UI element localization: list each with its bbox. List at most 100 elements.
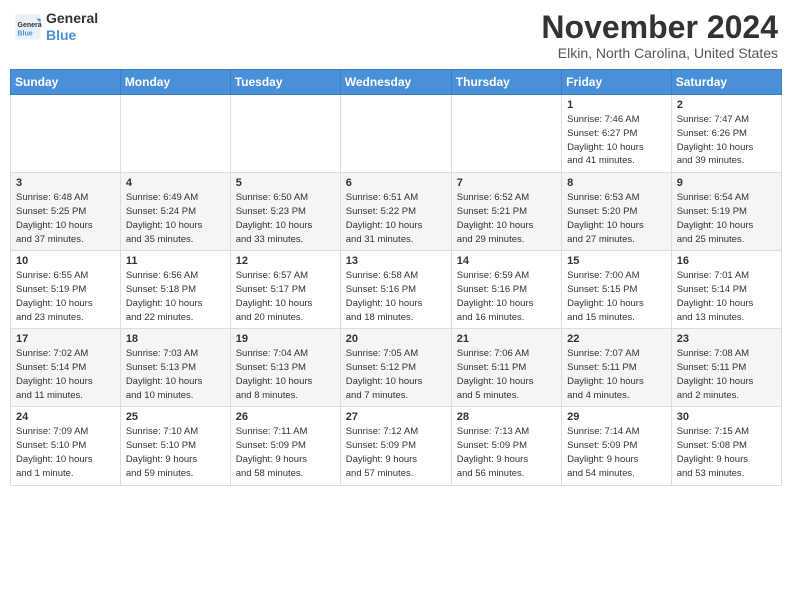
calendar-cell: 26Sunrise: 7:11 AM Sunset: 5:09 PM Dayli… [230, 407, 340, 485]
day-info: Sunrise: 6:55 AM Sunset: 5:19 PM Dayligh… [16, 269, 115, 324]
day-number: 29 [567, 411, 666, 423]
day-info: Sunrise: 7:10 AM Sunset: 5:10 PM Dayligh… [126, 425, 225, 480]
day-info: Sunrise: 7:13 AM Sunset: 5:09 PM Dayligh… [457, 425, 556, 480]
day-number: 20 [346, 333, 446, 345]
weekday-header-saturday: Saturday [671, 70, 781, 95]
calendar-cell: 23 Sunrise: 7:08 AM Sunset: 5:11 PM Dayli… [671, 329, 781, 407]
day-info: Sunrise: 6:57 AM Sunset: 5:17 PM Dayligh… [236, 269, 335, 324]
calendar-cell: 22Sunrise: 7:07 AM Sunset: 5:11 PM Dayli… [562, 329, 672, 407]
day-info: Sunrise: 7:00 AM Sunset: 5:15 PM Dayligh… [567, 269, 666, 324]
calendar-cell: 21Sunrise: 7:06 AM Sunset: 5:11 PM Dayli… [451, 329, 561, 407]
day-number: 27 [346, 411, 446, 423]
calendar-week-row: 1Sunrise: 7:46 AM Sunset: 6:27 PM Daylig… [11, 95, 782, 173]
day-number: 23 [677, 333, 776, 345]
calendar-cell [11, 95, 121, 173]
logo-text: General Blue [46, 10, 98, 44]
day-number: 7 [457, 177, 556, 189]
day-number: 12 [236, 255, 335, 267]
logo: General Blue General Blue [14, 10, 98, 44]
calendar-week-row: 17 Sunrise: 7:02 AM Sunset: 5:14 PM Dayli… [11, 329, 782, 407]
calendar-week-row: 3 Sunrise: 6:48 AM Sunset: 5:25 PM Daylig… [11, 173, 782, 251]
calendar-cell: 14 Sunrise: 6:59 AM Sunset: 5:16 PM Dayli… [451, 251, 561, 329]
calendar-cell: 11 Sunrise: 6:56 AM Sunset: 5:18 PM Dayli… [120, 251, 230, 329]
calendar-cell [120, 95, 230, 173]
day-info: Sunrise: 7:01 AM Sunset: 5:14 PM Dayligh… [677, 269, 776, 324]
day-number: 2 [677, 99, 776, 111]
calendar-cell: 4 Sunrise: 6:49 AM Sunset: 5:24 PM Daylig… [120, 173, 230, 251]
calendar-cell: 13Sunrise: 6:58 AM Sunset: 5:16 PM Dayli… [340, 251, 451, 329]
day-number: 8 [567, 177, 666, 189]
calendar-cell [451, 95, 561, 173]
day-number: 17 [16, 333, 115, 345]
title-block: November 2024 Elkin, North Carolina, Uni… [541, 10, 778, 61]
calendar-cell: 15Sunrise: 7:00 AM Sunset: 5:15 PM Dayli… [562, 251, 672, 329]
day-number: 30 [677, 411, 776, 423]
day-info: Sunrise: 6:49 AM Sunset: 5:24 PM Dayligh… [126, 191, 225, 246]
day-info: Sunrise: 6:56 AM Sunset: 5:18 PM Dayligh… [126, 269, 225, 324]
weekday-header-sunday: Sunday [11, 70, 121, 95]
calendar-week-row: 10 Sunrise: 6:55 AM Sunset: 5:19 PM Dayli… [11, 251, 782, 329]
day-number: 25 [126, 411, 225, 423]
weekday-header-thursday: Thursday [451, 70, 561, 95]
day-info: Sunrise: 6:48 AM Sunset: 5:25 PM Dayligh… [16, 191, 115, 246]
day-number: 16 [677, 255, 776, 267]
day-number: 14 [457, 255, 556, 267]
svg-text:Blue: Blue [18, 30, 33, 37]
calendar-table: SundayMondayTuesdayWednesdayThursdayFrid… [10, 69, 782, 485]
day-info: Sunrise: 7:14 AM Sunset: 5:09 PM Dayligh… [567, 425, 666, 480]
calendar-cell: 2 Sunrise: 7:47 AM Sunset: 6:26 PM Daylig… [671, 95, 781, 173]
day-info: Sunrise: 6:51 AM Sunset: 5:22 PM Dayligh… [346, 191, 446, 246]
day-info: Sunrise: 7:11 AM Sunset: 5:09 PM Dayligh… [236, 425, 335, 480]
day-number: 24 [16, 411, 115, 423]
day-info: Sunrise: 6:53 AM Sunset: 5:20 PM Dayligh… [567, 191, 666, 246]
day-number: 10 [16, 255, 115, 267]
day-number: 18 [126, 333, 225, 345]
calendar-cell: 17 Sunrise: 7:02 AM Sunset: 5:14 PM Dayli… [11, 329, 121, 407]
calendar-cell: 30 Sunrise: 7:15 AM Sunset: 5:08 PM Dayli… [671, 407, 781, 485]
day-info: Sunrise: 7:03 AM Sunset: 5:13 PM Dayligh… [126, 347, 225, 402]
day-info: Sunrise: 7:04 AM Sunset: 5:13 PM Dayligh… [236, 347, 335, 402]
calendar-cell: 9 Sunrise: 6:54 AM Sunset: 5:19 PM Daylig… [671, 173, 781, 251]
calendar-header-row: SundayMondayTuesdayWednesdayThursdayFrid… [11, 70, 782, 95]
calendar-cell [340, 95, 451, 173]
calendar-cell: 5 Sunrise: 6:50 AM Sunset: 5:23 PM Daylig… [230, 173, 340, 251]
weekday-header-wednesday: Wednesday [340, 70, 451, 95]
day-number: 3 [16, 177, 115, 189]
calendar-cell [230, 95, 340, 173]
month-year-title: November 2024 [541, 10, 778, 45]
calendar-cell: 16 Sunrise: 7:01 AM Sunset: 5:14 PM Dayli… [671, 251, 781, 329]
day-info: Sunrise: 7:08 AM Sunset: 5:11 PM Dayligh… [677, 347, 776, 402]
day-info: Sunrise: 7:09 AM Sunset: 5:10 PM Dayligh… [16, 425, 115, 480]
day-number: 5 [236, 177, 335, 189]
day-info: Sunrise: 7:15 AM Sunset: 5:08 PM Dayligh… [677, 425, 776, 480]
calendar-cell: 29 Sunrise: 7:14 AM Sunset: 5:09 PM Dayli… [562, 407, 672, 485]
day-info: Sunrise: 7:12 AM Sunset: 5:09 PM Dayligh… [346, 425, 446, 480]
day-info: Sunrise: 6:54 AM Sunset: 5:19 PM Dayligh… [677, 191, 776, 246]
day-info: Sunrise: 7:46 AM Sunset: 6:27 PM Dayligh… [567, 113, 666, 168]
weekday-header-friday: Friday [562, 70, 672, 95]
day-info: Sunrise: 7:06 AM Sunset: 5:11 PM Dayligh… [457, 347, 556, 402]
calendar-cell: 28 Sunrise: 7:13 AM Sunset: 5:09 PM Dayli… [451, 407, 561, 485]
day-info: Sunrise: 7:47 AM Sunset: 6:26 PM Dayligh… [677, 113, 776, 168]
day-info: Sunrise: 6:59 AM Sunset: 5:16 PM Dayligh… [457, 269, 556, 324]
day-info: Sunrise: 7:02 AM Sunset: 5:14 PM Dayligh… [16, 347, 115, 402]
day-number: 11 [126, 255, 225, 267]
day-info: Sunrise: 6:50 AM Sunset: 5:23 PM Dayligh… [236, 191, 335, 246]
calendar-cell: 10 Sunrise: 6:55 AM Sunset: 5:19 PM Dayli… [11, 251, 121, 329]
day-info: Sunrise: 7:07 AM Sunset: 5:11 PM Dayligh… [567, 347, 666, 402]
day-number: 9 [677, 177, 776, 189]
calendar-cell: 24 Sunrise: 7:09 AM Sunset: 5:10 PM Dayli… [11, 407, 121, 485]
day-number: 28 [457, 411, 556, 423]
day-number: 19 [236, 333, 335, 345]
calendar-cell: 6Sunrise: 6:51 AM Sunset: 5:22 PM Daylig… [340, 173, 451, 251]
page-header: General Blue General Blue November 2024 … [10, 10, 782, 61]
day-number: 4 [126, 177, 225, 189]
day-info: Sunrise: 6:58 AM Sunset: 5:16 PM Dayligh… [346, 269, 446, 324]
calendar-cell: 12 Sunrise: 6:57 AM Sunset: 5:17 PM Dayli… [230, 251, 340, 329]
calendar-cell: 18 Sunrise: 7:03 AM Sunset: 5:13 PM Dayli… [120, 329, 230, 407]
calendar-cell: 27 Sunrise: 7:12 AM Sunset: 5:09 PM Dayli… [340, 407, 451, 485]
weekday-header-tuesday: Tuesday [230, 70, 340, 95]
calendar-cell: 19 Sunrise: 7:04 AM Sunset: 5:13 PM Dayli… [230, 329, 340, 407]
calendar-cell: 25 Sunrise: 7:10 AM Sunset: 5:10 PM Dayli… [120, 407, 230, 485]
weekday-header-monday: Monday [120, 70, 230, 95]
